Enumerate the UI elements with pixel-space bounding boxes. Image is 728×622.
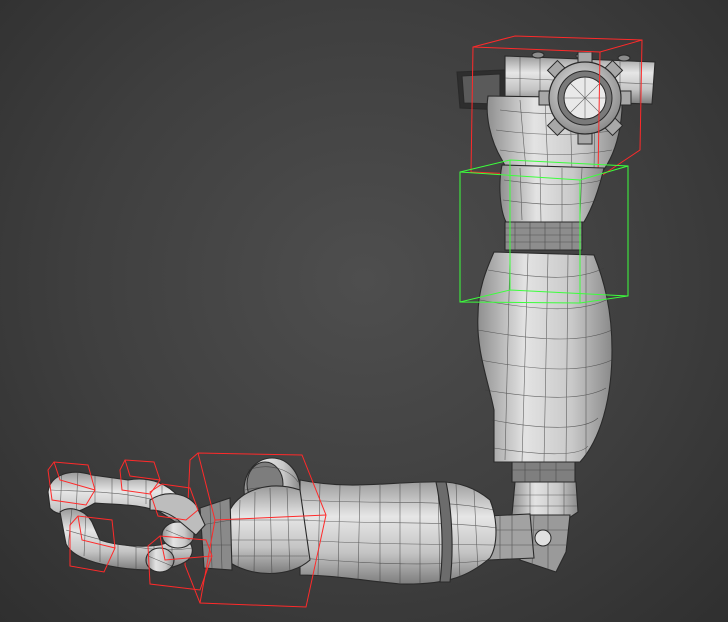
hand[interactable]	[47, 469, 206, 573]
3d-viewport[interactable]	[0, 0, 728, 622]
gear-icon	[538, 51, 632, 145]
scene-canvas[interactable]	[0, 0, 728, 622]
forearm[interactable]	[199, 457, 535, 585]
upper-arm[interactable]	[477, 164, 613, 483]
